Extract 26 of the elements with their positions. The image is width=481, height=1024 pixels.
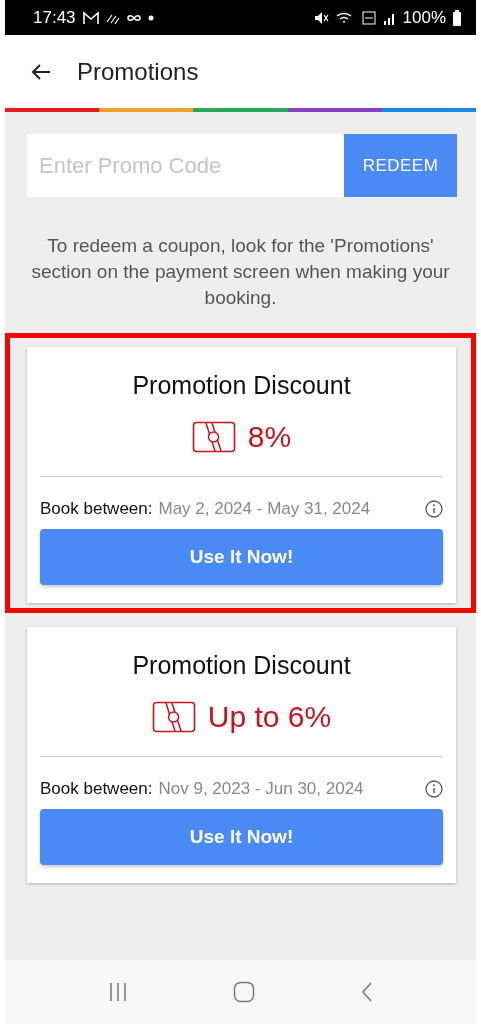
discount-value: Up to 6% — [207, 700, 332, 734]
clock-time: 17:43 — [33, 7, 76, 28]
ticket-icon — [151, 701, 196, 733]
redeem-button[interactable]: REDEEM — [344, 134, 457, 197]
booking-period: May 2, 2024 - May 31, 2024 — [158, 499, 372, 519]
screen-title: Promotions — [77, 57, 199, 86]
period-label: Book between: — [40, 499, 153, 519]
period-label: Book between: — [40, 779, 153, 799]
back-arrow-icon[interactable] — [31, 62, 51, 81]
battery-icon — [452, 9, 462, 26]
back-icon[interactable] — [359, 981, 374, 1003]
promotion-title: Promotion Discount — [131, 371, 352, 400]
home-icon[interactable] — [233, 981, 256, 1003]
info-icon[interactable] — [425, 780, 443, 798]
discount-value: 8% — [247, 420, 292, 454]
ticket-icon — [191, 421, 236, 453]
promotion-title: Promotion Discount — [131, 651, 352, 680]
redeem-hint: To redeem a coupon, look for the 'Promotions' section on the payment screen when making your booking. — [30, 234, 451, 310]
battery-percent: 100% — [402, 7, 446, 28]
use-it-now-button[interactable]: Use It Now! — [40, 529, 443, 585]
mail-icon — [81, 9, 100, 26]
use-it-now-button[interactable]: Use It Now! — [40, 809, 443, 865]
dot-icon — [147, 14, 154, 21]
info-icon[interactable] — [425, 500, 443, 518]
booking-period: Nov 9, 2023 - Jun 30, 2024 — [158, 779, 365, 799]
promo-code-field[interactable]: Enter Promo Code — [27, 134, 344, 197]
